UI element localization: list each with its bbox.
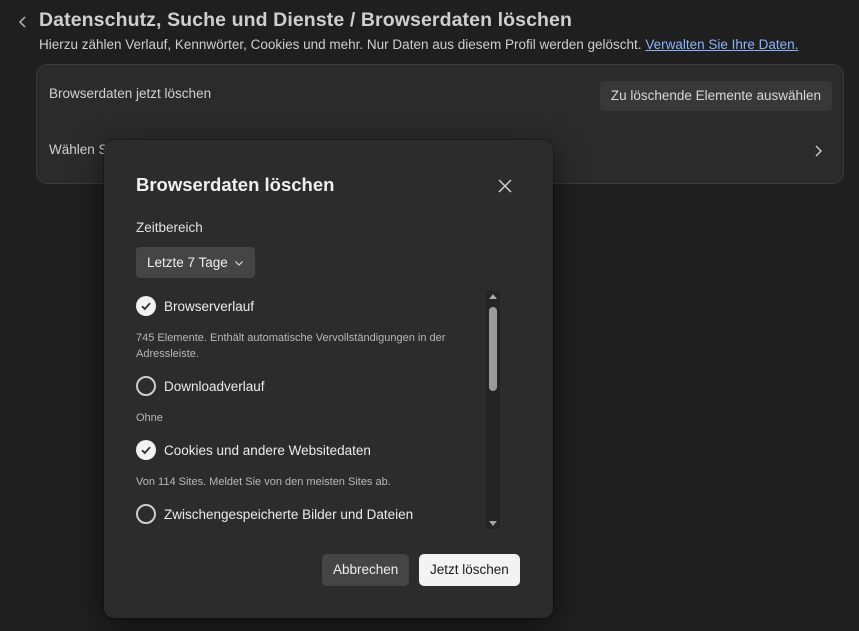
scroll-down-arrow[interactable] [489, 521, 497, 526]
clear-browsing-data-dialog: Browserdaten löschen Zeitbereich Letzte … [104, 140, 553, 618]
back-button[interactable] [14, 11, 32, 33]
clear-now-label: Browserdaten jetzt löschen [49, 86, 212, 101]
chevron-left-icon [19, 16, 26, 28]
option-browsing-history[interactable]: Browserverlauf [136, 296, 254, 316]
checkmark-icon [141, 302, 151, 311]
checkmark-icon [141, 446, 151, 455]
dialog-title: Browserdaten löschen [136, 174, 335, 195]
close-button[interactable] [497, 178, 513, 194]
data-options-list: Browserverlauf 745 Elemente. Enthält aut… [136, 292, 486, 528]
time-range-label: Zeitbereich [136, 220, 203, 235]
choose-items-button[interactable]: Zu löschende Elemente auswählen [599, 81, 832, 111]
option-description: Ohne [136, 412, 163, 424]
option-description: Von 114 Sites. Meldet Sie von den meiste… [136, 476, 391, 488]
choose-on-close-label[interactable]: Wählen S [49, 142, 108, 157]
cancel-button[interactable]: Abbrechen [322, 554, 410, 586]
time-range-dropdown[interactable]: Letzte 7 Tage [136, 247, 255, 278]
scroll-up-arrow[interactable] [489, 294, 497, 299]
option-download-history[interactable]: Downloadverlauf [136, 376, 265, 396]
chevron-down-icon [234, 260, 243, 266]
option-label: Browserverlauf [164, 298, 255, 314]
close-icon [498, 179, 512, 193]
manage-data-link[interactable]: Verwalten Sie Ihre Daten. [645, 37, 798, 52]
option-label: Cookies und andere Websitedaten [164, 442, 371, 458]
checkbox-unchecked[interactable] [136, 504, 156, 524]
options-scrollbar[interactable] [486, 291, 500, 529]
checkbox-checked[interactable] [136, 440, 156, 460]
clear-now-button[interactable]: Jetzt löschen [419, 554, 520, 586]
scroll-thumb[interactable] [489, 307, 497, 391]
option-description: 745 Elemente. Enthält automatische Vervo… [136, 332, 446, 360]
option-label: Downloadverlauf [164, 378, 265, 394]
page-subtitle: Hierzu zählen Verlauf, Kennwörter, Cooki… [39, 37, 798, 52]
option-cookies[interactable]: Cookies und andere Websitedaten [136, 440, 371, 460]
page-subtitle-text: Hierzu zählen Verlauf, Kennwörter, Cooki… [39, 37, 642, 52]
checkbox-unchecked[interactable] [136, 376, 156, 396]
option-label: Zwischengespeicherte Bilder und Dateien [164, 506, 414, 522]
option-cached-images[interactable]: Zwischengespeicherte Bilder und Dateien [136, 504, 413, 524]
checkbox-checked[interactable] [136, 296, 156, 316]
time-range-value: Letzte 7 Tage [147, 255, 228, 270]
chevron-right-icon[interactable] [813, 143, 823, 164]
page-title: Datenschutz, Suche und Dienste / Browser… [39, 9, 572, 31]
